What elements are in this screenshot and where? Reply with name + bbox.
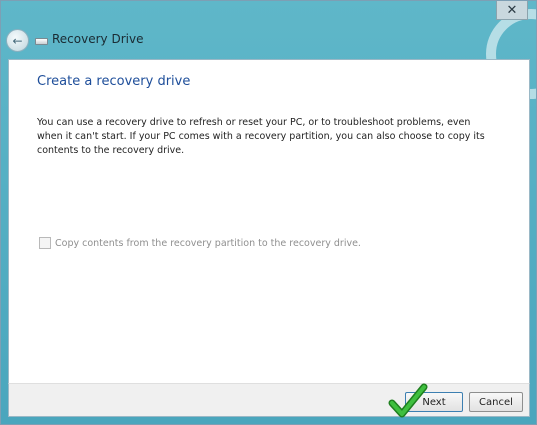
back-button[interactable]: ←	[6, 29, 29, 52]
close-icon: ✕	[506, 2, 518, 18]
copy-partition-label: Copy contents from the recovery partitio…	[55, 237, 361, 249]
title-bar: ← Recovery Drive	[1, 23, 536, 59]
window-title: Recovery Drive	[52, 32, 144, 46]
cancel-button[interactable]: Cancel	[469, 392, 523, 412]
copy-partition-option[interactable]: Copy contents from the recovery partitio…	[39, 237, 361, 249]
page-heading: Create a recovery drive	[37, 74, 191, 89]
description-text: You can use a recovery drive to refresh …	[37, 117, 485, 156]
recovery-drive-icon	[35, 38, 48, 45]
green-checkmark-icon	[388, 383, 428, 418]
close-button[interactable]: ✕	[496, 1, 528, 20]
button-bar: Next Cancel	[8, 383, 530, 417]
back-arrow-icon: ←	[12, 33, 23, 48]
copy-partition-checkbox[interactable]	[39, 237, 51, 249]
window-frame: ✕ ← Recovery Drive Create a recovery dri…	[0, 0, 537, 425]
wizard-content: Create a recovery drive You can use a re…	[8, 59, 530, 385]
